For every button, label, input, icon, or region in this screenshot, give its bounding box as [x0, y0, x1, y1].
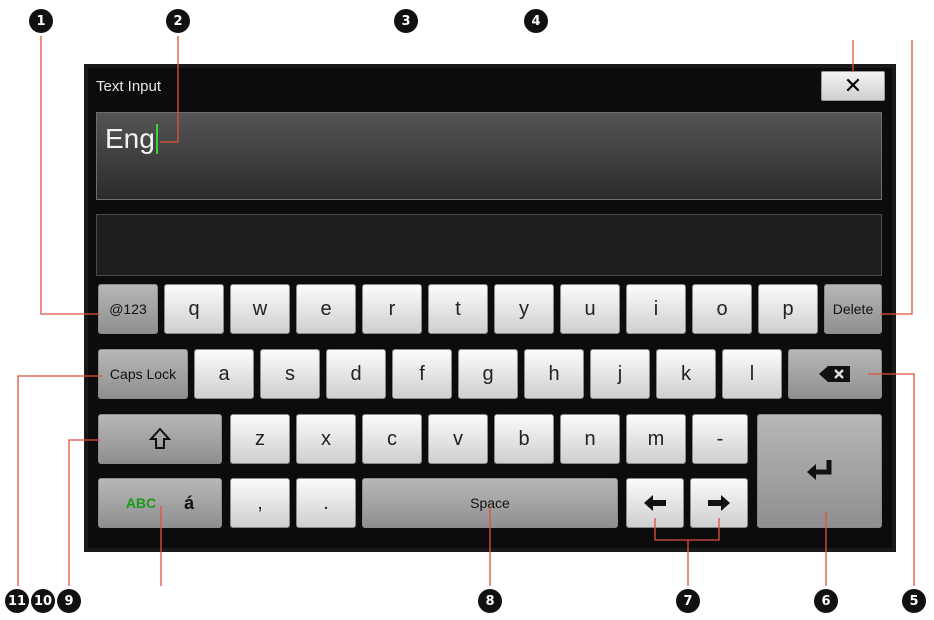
callout-leader-lines [17, 36, 915, 586]
